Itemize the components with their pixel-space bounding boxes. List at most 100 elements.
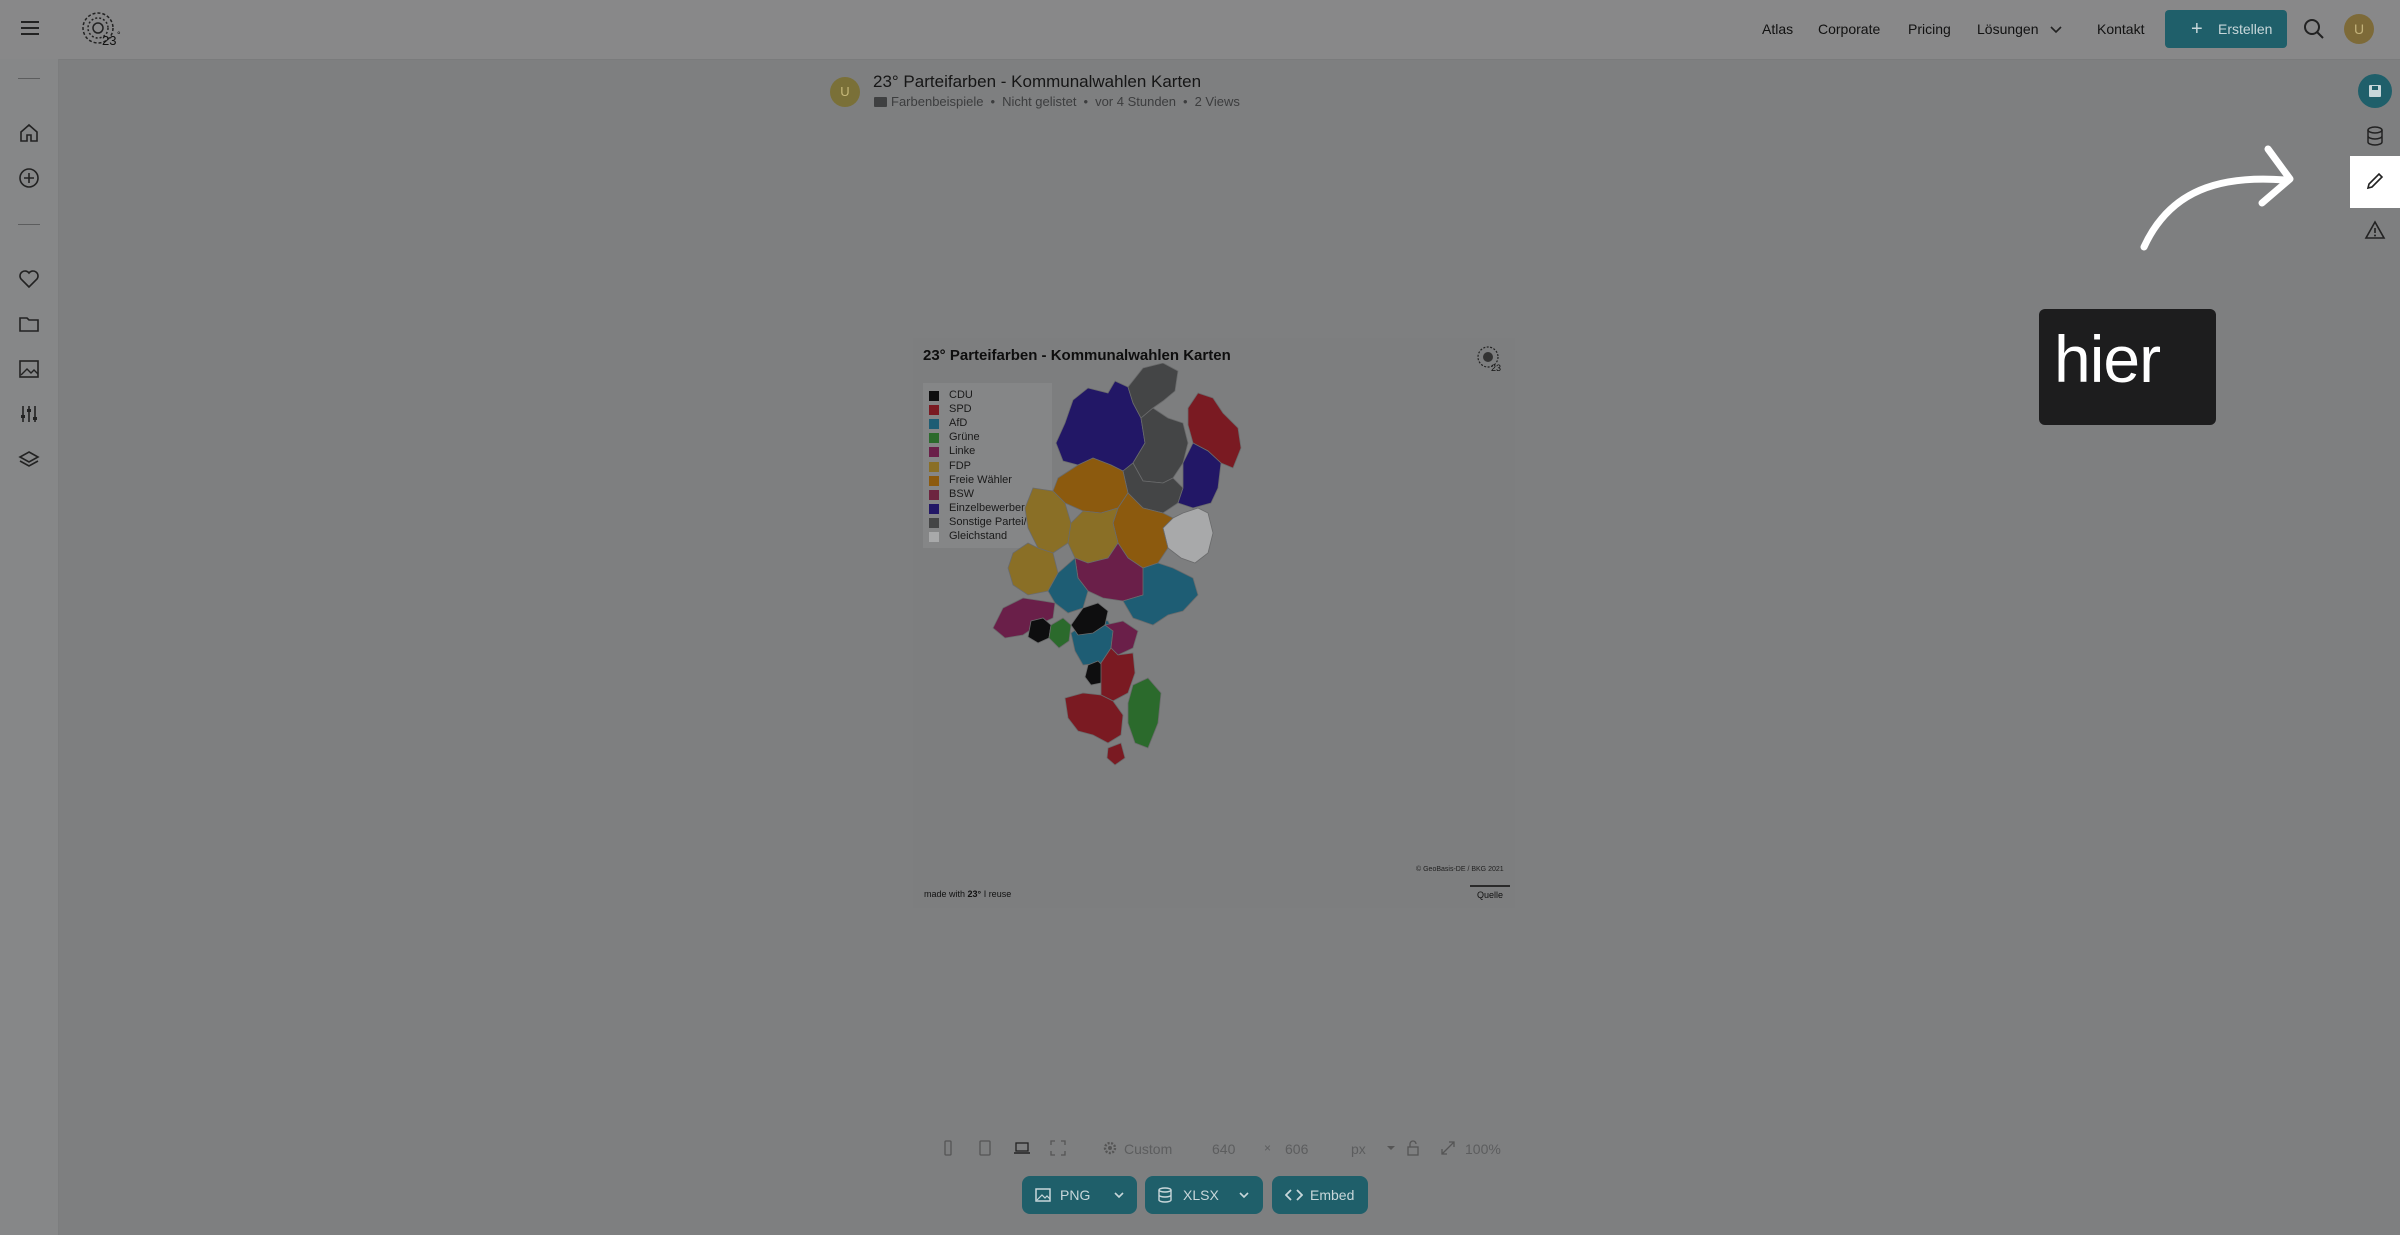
- legend-label: SPD: [949, 403, 972, 416]
- warning-icon[interactable]: [2364, 219, 2386, 241]
- nav-link-atlas[interactable]: Atlas: [1762, 21, 1793, 37]
- legend-swatch: [929, 461, 939, 472]
- nav-link-pricing[interactable]: Pricing: [1908, 21, 1951, 37]
- plus-icon: +: [2191, 18, 2203, 40]
- legend-swatch: [929, 391, 939, 401]
- embed-label: Embed: [1310, 1187, 1355, 1203]
- layers-icon[interactable]: [18, 449, 40, 471]
- svg-text:23: 23: [102, 33, 116, 48]
- legend-swatch: [929, 532, 939, 542]
- embed-button[interactable]: Embed: [1272, 1176, 1368, 1214]
- legend-swatch: [929, 419, 939, 430]
- image-icon: [1035, 1188, 1051, 1202]
- footer-made: made with: [924, 889, 966, 899]
- visibility-label: Nicht gelistet: [1002, 94, 1077, 109]
- add-circle-icon[interactable]: [18, 167, 40, 189]
- image-icon[interactable]: [18, 358, 40, 380]
- chevron-down-icon[interactable]: [1238, 1189, 1250, 1201]
- nav-link-loesungen[interactable]: Lösungen: [1977, 21, 2039, 37]
- search-icon[interactable]: [2303, 18, 2325, 40]
- xlsx-export-button[interactable]: XLSX: [1145, 1176, 1263, 1214]
- map-title: 23° Parteifarben - Kommunalwahlen Karten: [923, 347, 1231, 364]
- right-toolbar: [2350, 59, 2400, 259]
- png-label: PNG: [1060, 1187, 1091, 1203]
- lock-ratio-icon[interactable]: [1405, 1140, 1421, 1156]
- edit-button[interactable]: [2350, 156, 2400, 208]
- footer-brand: 23°: [967, 889, 982, 899]
- region-spd-tip: [1106, 742, 1126, 766]
- legend-label: Grüne: [949, 431, 980, 444]
- create-button-label: Erstellen: [2218, 21, 2273, 37]
- left-sidebar: [0, 59, 59, 1235]
- legend-swatch: [929, 405, 939, 416]
- region-gleichstand: [1162, 507, 1214, 564]
- fullscreen-icon[interactable]: [1050, 1140, 1066, 1156]
- menu-icon[interactable]: [20, 18, 40, 38]
- made-with-footer[interactable]: made with 23° I reuse: [924, 889, 1011, 899]
- tablet-icon[interactable]: [977, 1140, 993, 1156]
- chevron-down-icon[interactable]: [1386, 1143, 1396, 1153]
- laptop-icon[interactable]: [1014, 1140, 1030, 1156]
- chevron-down-icon[interactable]: [2050, 25, 2062, 35]
- brand-logo[interactable]: 23 °: [80, 11, 124, 49]
- curved-arrow-icon: [2140, 145, 2294, 251]
- region-gruene-west: [1048, 617, 1072, 649]
- source-link[interactable]: Quelle: [1470, 885, 1510, 900]
- legend-label: BSW: [949, 487, 975, 500]
- nav-link-corporate[interactable]: Corporate: [1818, 21, 1880, 37]
- svg-text:23: 23: [1491, 363, 1501, 373]
- pencil-icon: [2366, 172, 2384, 190]
- legend-swatch: [929, 503, 939, 514]
- database-icon: [1158, 1187, 1172, 1203]
- folder-icon[interactable]: [18, 313, 40, 335]
- code-icon: [1285, 1189, 1303, 1201]
- legend-label: AfD: [949, 417, 968, 430]
- zoom-level[interactable]: 100%: [1465, 1141, 1501, 1157]
- size-toolbar: Custom 640 × 606 px 100%: [940, 1138, 1501, 1162]
- region-spd-south-center: [1100, 647, 1136, 702]
- legend-swatch: [929, 433, 939, 444]
- author-avatar[interactable]: U: [830, 77, 860, 107]
- brand-logo-small: 23: [1477, 346, 1501, 373]
- sidebar-divider: [18, 78, 40, 79]
- legend-label: Linke: [949, 445, 976, 458]
- legend-swatch: [929, 475, 939, 486]
- annotation-text: hier: [2054, 322, 2161, 396]
- zoom-icon[interactable]: [1440, 1140, 1456, 1156]
- sidebar-divider: [18, 224, 40, 225]
- svg-text:°: °: [117, 30, 121, 40]
- phone-icon[interactable]: [940, 1140, 956, 1156]
- times-sign: ×: [1264, 1141, 1272, 1155]
- folder-icon: [874, 97, 887, 107]
- legend-label: FDP: [949, 459, 971, 472]
- unit-select[interactable]: px: [1351, 1141, 1366, 1157]
- sliders-icon[interactable]: [18, 403, 40, 425]
- gear-icon: [1103, 1141, 1117, 1155]
- create-button[interactable]: + Erstellen: [2165, 10, 2287, 48]
- save-icon: [2369, 85, 2381, 97]
- nav-link-kontakt[interactable]: Kontakt: [2097, 21, 2144, 37]
- user-avatar[interactable]: U: [2344, 14, 2374, 44]
- legend-swatch: [929, 489, 939, 500]
- top-navbar: 23 ° Atlas Corporate Pricing Lösungen Ko…: [0, 0, 2400, 60]
- legend-swatch: [929, 517, 939, 528]
- doc-meta: Farbenbeispiele • Nicht gelistet • vor 4 Stu…: [874, 94, 1240, 109]
- folder-link[interactable]: Farbenbeispiele: [891, 94, 984, 109]
- legend-label: CDU: [949, 389, 973, 401]
- height-input[interactable]: 606: [1285, 1141, 1308, 1157]
- region-cdu-wiesbaden: [1027, 617, 1052, 644]
- timestamp: vor 4 Stunden: [1095, 94, 1177, 109]
- png-export-button[interactable]: PNG: [1022, 1176, 1137, 1214]
- database-icon[interactable]: [2364, 125, 2386, 147]
- heart-icon[interactable]: [18, 268, 40, 290]
- view-count: 2 Views: [1194, 94, 1240, 109]
- annotation-callout: hier: [2039, 309, 2216, 425]
- map-card[interactable]: 23° Parteifarben - Kommunalwahlen Karten…: [913, 338, 1515, 908]
- width-input[interactable]: 640: [1212, 1141, 1235, 1157]
- preset-select[interactable]: Custom: [1124, 1141, 1172, 1157]
- save-button[interactable]: [2358, 74, 2392, 108]
- home-icon[interactable]: [18, 122, 40, 144]
- footer-reuse[interactable]: I reuse: [984, 889, 1012, 899]
- choropleth-map[interactable]: [983, 363, 1383, 883]
- chevron-down-icon[interactable]: [1113, 1189, 1125, 1201]
